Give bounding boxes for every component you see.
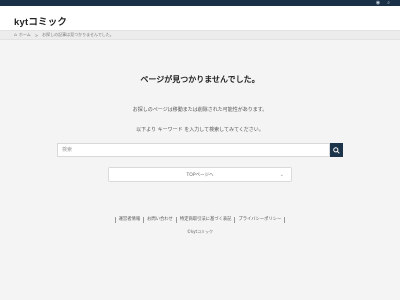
chevron-down-icon: ⌄: [279, 172, 284, 178]
search-button[interactable]: [330, 143, 343, 157]
search-icon: [333, 146, 340, 154]
breadcrumb-separator: >: [34, 32, 39, 38]
site-title[interactable]: kytコミック: [14, 14, 67, 28]
site-header: kytコミック: [0, 6, 400, 30]
page-title: ページが見つかりませんでした。: [140, 75, 260, 84]
footer-links: 運営者情報 お問い合わせ 特定商取引法に基づく表記 プライバシーポリシー: [0, 217, 400, 223]
home-icon[interactable]: ⌂: [14, 33, 17, 38]
copyright: ©kytコミック: [186, 229, 214, 234]
footer-link-operator[interactable]: 運営者情報: [114, 217, 143, 223]
breadcrumb-home[interactable]: ホーム: [19, 32, 31, 38]
not-found-message: お探しのページは移動または削除された可能性があります。: [132, 107, 268, 113]
footer-link-legal[interactable]: 特定商取引法に基づく表記: [175, 217, 235, 223]
top-page-button-label: TOPページへ: [186, 172, 214, 178]
breadcrumb-current: お探しの記事は見つかりませんでした。: [42, 32, 114, 37]
footer-link-privacy[interactable]: プライバシーポリシー: [234, 217, 286, 223]
breadcrumb: ⌂ ホーム > お探しの記事は見つかりませんでした。: [0, 30, 400, 40]
top-page-button[interactable]: TOPページへ ⌄: [108, 167, 292, 182]
search-input[interactable]: [57, 143, 330, 157]
footer-link-contact[interactable]: お問い合わせ: [143, 217, 176, 223]
search-instruction: 以下より キーワード を入力して検索してみてください。: [136, 127, 264, 133]
search-form: [57, 143, 343, 157]
